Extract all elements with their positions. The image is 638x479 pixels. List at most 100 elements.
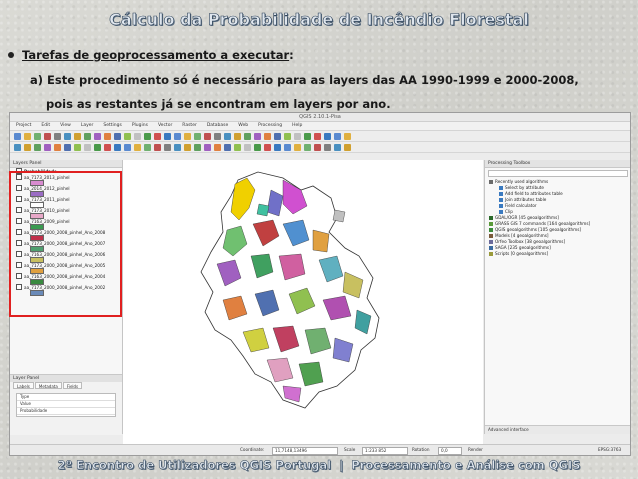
toolbar-tool-icon[interactable] — [294, 132, 301, 140]
menu-item[interactable]: Database — [207, 122, 228, 130]
toolbar-tool-icon[interactable] — [324, 143, 331, 151]
toolbar-tool-icon[interactable] — [84, 143, 91, 151]
toolbar-tool-icon[interactable] — [94, 143, 101, 151]
toolbar-tool-icon[interactable] — [54, 132, 61, 140]
menu-item[interactable]: Web — [238, 122, 248, 130]
toolbar-tool-icon[interactable] — [264, 132, 271, 140]
toolbar-tool-icon[interactable] — [64, 143, 71, 151]
toolbar-tool-icon[interactable] — [104, 132, 111, 140]
toolbar-tool-icon[interactable] — [324, 132, 331, 140]
toolbar-tool-icon[interactable] — [274, 143, 281, 151]
toolbar-tool-icon[interactable] — [114, 143, 121, 151]
toolbar-tool-icon[interactable] — [264, 143, 271, 151]
toolbar-tool-icon[interactable] — [314, 132, 321, 140]
menu-item[interactable]: Vector — [158, 122, 172, 130]
checkbox-icon[interactable] — [16, 284, 22, 290]
menu-item[interactable]: Edit — [41, 122, 50, 130]
toolbar-tool-icon[interactable] — [234, 132, 241, 140]
render-checkbox[interactable]: Render — [468, 447, 483, 453]
layer-item[interactable]: aa_7173_2000_2008_pinhel_Ano_2005 — [10, 262, 122, 268]
layer-item[interactable]: aa_7173_2000_2008_pinhel_Ano_2008 — [10, 229, 122, 235]
toolbar-tool-icon[interactable] — [54, 143, 61, 151]
toolbar-tool-icon[interactable] — [174, 143, 181, 151]
toolbar-tool-icon[interactable] — [274, 132, 281, 140]
toolbar-tool-icon[interactable] — [94, 132, 101, 140]
menu-item[interactable]: Layer — [81, 122, 94, 130]
toolbar-tool-icon[interactable] — [284, 143, 291, 151]
toolbar-tool-icon[interactable] — [184, 132, 191, 140]
toolbar-tool-icon[interactable] — [44, 132, 51, 140]
toolbar-tool-icon[interactable] — [14, 132, 21, 140]
menu-item[interactable]: Raster — [182, 122, 197, 130]
toolbar-tool-icon[interactable] — [34, 132, 41, 140]
checkbox-icon[interactable] — [16, 218, 22, 224]
toolbar-tool-icon[interactable] — [304, 143, 311, 151]
toolbar-tool-icon[interactable] — [34, 143, 41, 151]
properties-tab[interactable]: Metadata — [34, 382, 62, 389]
map-canvas[interactable] — [123, 160, 483, 445]
checkbox-icon[interactable] — [16, 251, 22, 257]
checkbox-icon[interactable] — [16, 229, 22, 235]
advanced-interface-toggle[interactable]: Advanced interface — [485, 425, 630, 434]
toolbar-tool-icon[interactable] — [334, 143, 341, 151]
checkbox-icon[interactable] — [16, 240, 22, 246]
toolbar-tool-icon[interactable] — [224, 132, 231, 140]
toolbar-tool-icon[interactable] — [214, 143, 221, 151]
toolbar-tool-icon[interactable] — [344, 143, 351, 151]
checkbox-icon[interactable] — [16, 262, 22, 268]
toolbox-item[interactable]: Scripts [0 geoalgorithms] — [485, 251, 630, 257]
toolbar-tool-icon[interactable] — [154, 143, 161, 151]
toolbar-tool-icon[interactable] — [254, 132, 261, 140]
rotation-field[interactable]: 0,0 — [438, 447, 462, 455]
toolbar-tool-icon[interactable] — [134, 132, 141, 140]
toolbar-tool-icon[interactable] — [244, 132, 251, 140]
checkbox-icon[interactable] — [16, 207, 22, 213]
toolbar-tool-icon[interactable] — [24, 143, 31, 151]
toolbar-tool-icon[interactable] — [304, 132, 311, 140]
toolbar-tool-icon[interactable] — [84, 132, 91, 140]
toolbar-tool-icon[interactable] — [194, 132, 201, 140]
toolbar-tool-icon[interactable] — [164, 132, 171, 140]
toolbar-tool-icon[interactable] — [64, 132, 71, 140]
menu-item[interactable]: Help — [292, 122, 302, 130]
toolbar-tool-icon[interactable] — [254, 143, 261, 151]
toolbar-tool-icon[interactable] — [214, 132, 221, 140]
toolbar-tool-icon[interactable] — [184, 143, 191, 151]
toolbar-tool-icon[interactable] — [124, 143, 131, 151]
coordinate-field[interactable]: 11,7148,13496 — [272, 447, 338, 455]
toolbar-tool-icon[interactable] — [334, 132, 341, 140]
toolbar-tool-icon[interactable] — [74, 143, 81, 151]
toolbar-tool-icon[interactable] — [154, 132, 161, 140]
crs-button[interactable]: EPSG:3763 — [598, 447, 621, 453]
checkbox-icon[interactable] — [16, 273, 22, 279]
toolbar-tool-icon[interactable] — [204, 143, 211, 151]
checkbox-icon[interactable] — [16, 196, 22, 202]
toolbar-tool-icon[interactable] — [314, 143, 321, 151]
checkbox-icon[interactable] — [16, 185, 22, 191]
toolbar-tool-icon[interactable] — [224, 143, 231, 151]
toolbar-tool-icon[interactable] — [164, 143, 171, 151]
toolbar-tool-icon[interactable] — [294, 143, 301, 151]
menu-item[interactable]: Plugins — [132, 122, 148, 130]
toolbar-tool-icon[interactable] — [204, 132, 211, 140]
bullet-link[interactable]: Tarefas de geoprocessamento a executar — [22, 48, 289, 62]
toolbar-tool-icon[interactable] — [174, 132, 181, 140]
toolbar-tool-icon[interactable] — [144, 143, 151, 151]
toolbar-tool-icon[interactable] — [14, 143, 21, 151]
toolbar-tool-icon[interactable] — [244, 143, 251, 151]
layer-item[interactable]: aa_7173_2000_2008_pinhel_Ano_2002 — [10, 284, 122, 290]
menu-item[interactable]: Settings — [103, 122, 121, 130]
toolbar-tool-icon[interactable] — [284, 132, 291, 140]
toolbox-search-input[interactable] — [488, 170, 628, 177]
toolbar-tool-icon[interactable] — [144, 132, 151, 140]
checkbox-icon[interactable] — [16, 174, 22, 180]
layer-item[interactable]: aa_7163_2000_2008_pinhel_Ano_2004 — [10, 273, 122, 279]
menu-item[interactable]: View — [60, 122, 71, 130]
toolbar-tool-icon[interactable] — [74, 132, 81, 140]
properties-tab[interactable]: Labels — [13, 382, 34, 389]
toolbar-tool-icon[interactable] — [44, 143, 51, 151]
menu-item[interactable]: Processing — [258, 122, 282, 130]
properties-tab[interactable]: Fields — [62, 382, 83, 389]
menu-item[interactable]: Project — [16, 122, 31, 130]
toolbar-tool-icon[interactable] — [234, 143, 241, 151]
